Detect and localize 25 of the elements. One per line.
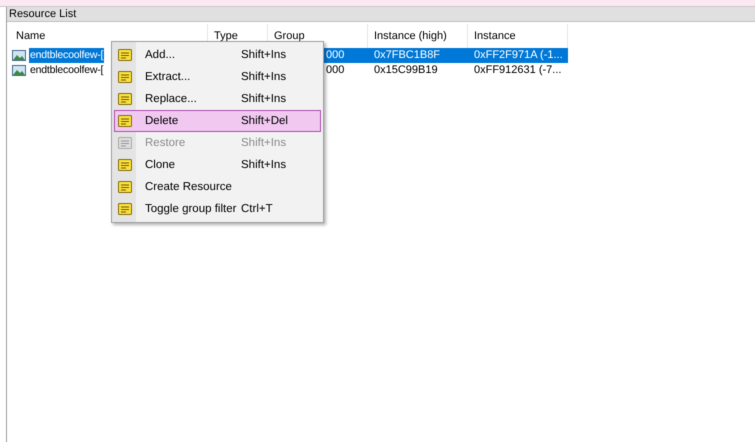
note-icon (117, 135, 133, 151)
note-icon (117, 157, 133, 173)
note-icon (117, 201, 133, 217)
note-icon (117, 113, 133, 129)
panel-title: Resource List (7, 7, 755, 22)
image-file-icon (12, 65, 26, 76)
instance-high-value: 0x15C99B19 (374, 64, 438, 76)
menu-item[interactable]: Create Resource (114, 176, 321, 198)
menu-item[interactable]: Toggle group filter Ctrl+T (114, 198, 321, 220)
group-value: 000 (326, 64, 344, 76)
instance-high-value: 0x7FBC1B8F (374, 49, 440, 61)
menu-item[interactable]: Replace... Shift+Ins (114, 88, 321, 110)
note-icon (117, 47, 133, 63)
instance-value: 0xFF2F971A (-1... (474, 49, 563, 61)
note-icon (117, 179, 133, 195)
image-file-icon (12, 50, 26, 61)
instance-value: 0xFF912631 (-7... (474, 64, 562, 76)
menu-item[interactable]: Clone Shift+Ins (114, 154, 321, 176)
group-value: 000 (326, 49, 344, 61)
note-icon (117, 91, 133, 107)
note-icon (117, 69, 133, 85)
resource-name[interactable]: endtblecoolfew-[ (29, 63, 104, 78)
menu-item[interactable]: Delete Shift+Del (114, 110, 321, 132)
resource-name[interactable]: endtblecoolfew-[ (29, 48, 104, 63)
menu-item[interactable]: Extract... Shift+Ins (114, 66, 321, 88)
